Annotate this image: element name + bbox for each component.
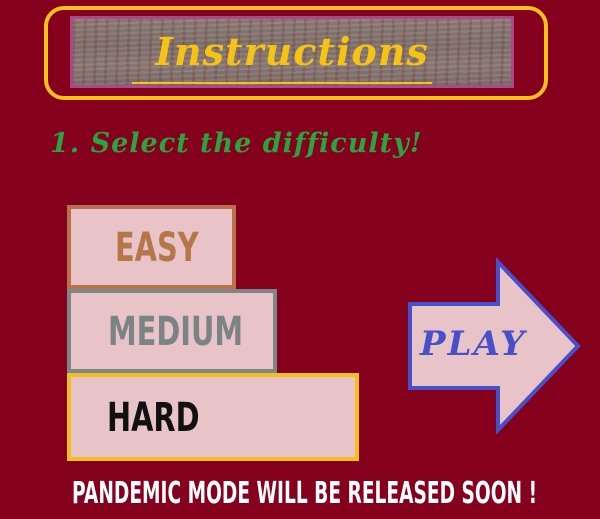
medium-button[interactable]: MEDIUM — [67, 289, 277, 373]
title-underline — [132, 82, 432, 84]
hard-label: HARD — [107, 395, 200, 441]
title-banner: Instructions — [70, 16, 514, 88]
play-arrow-icon — [408, 258, 581, 434]
play-button[interactable] — [406, 258, 582, 434]
page-title: Instructions — [155, 29, 429, 74]
step-instruction: 1. Select the difficulty! — [50, 128, 423, 159]
easy-button[interactable]: EASY — [67, 205, 236, 289]
pandemic-mode-notice: PANDEMIC MODE WILL BE RELEASED SOON ! — [72, 476, 538, 511]
medium-label: MEDIUM — [108, 309, 243, 355]
easy-label: EASY — [115, 225, 199, 271]
hard-button[interactable]: HARD — [67, 373, 359, 461]
